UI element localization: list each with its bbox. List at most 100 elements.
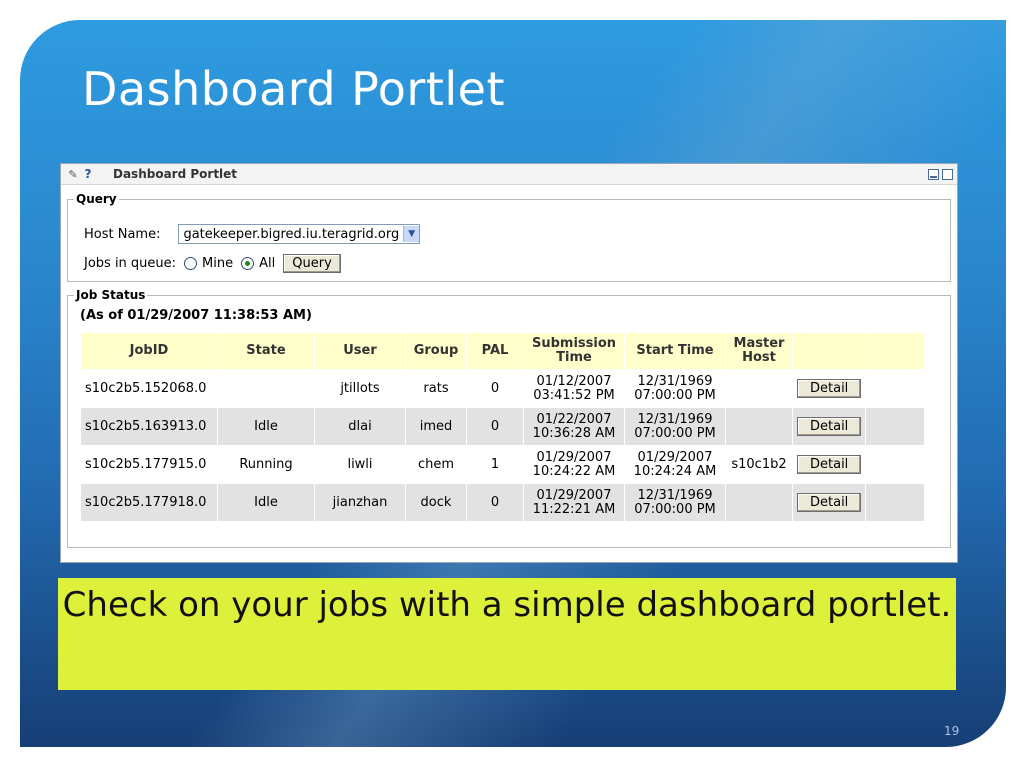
submission-date: 01/12/2007	[536, 373, 612, 389]
start-clock: 07:00:00 PM	[634, 387, 716, 403]
col-submission-line2: Time	[556, 350, 592, 365]
group-cell: chem	[405, 445, 467, 484]
group-cell: rats	[405, 369, 467, 408]
minimize-icon[interactable]	[928, 168, 939, 180]
as-of-timestamp: (As of 01/29/2007 11:38:53 AM)	[80, 308, 312, 323]
col-group: Group	[405, 332, 467, 370]
query-button[interactable]: Query	[283, 254, 341, 273]
master-host-cell	[725, 483, 793, 522]
submission-date: 01/29/2007	[536, 487, 612, 503]
table-header-row: JobID State User Group PAL Submission Tim…	[80, 332, 926, 370]
radio-all-label[interactable]: All	[259, 256, 275, 271]
user-cell: jianzhan	[314, 483, 406, 522]
start-date: 12/31/1969	[637, 487, 713, 503]
col-master-line2: Host	[742, 350, 776, 365]
host-name-label: Host Name:	[84, 226, 161, 242]
detail-button[interactable]: Detail	[797, 379, 862, 398]
detail-button[interactable]: Detail	[797, 493, 862, 512]
action-cell: Detail	[791, 445, 867, 484]
submission-clock: 11:22:21 AM	[532, 501, 616, 517]
pal-cell: 0	[466, 483, 524, 522]
chevron-down-icon[interactable]: ▼	[403, 226, 420, 242]
pencil-icon[interactable]: ✎	[65, 168, 81, 181]
col-submission-time: Submission Time	[523, 332, 625, 370]
col-pal: PAL	[466, 332, 524, 370]
submission-time-cell: 01/29/2007 10:24:22 AM	[523, 445, 625, 484]
master-host-cell: s10c1b2	[725, 445, 793, 484]
group-cell: imed	[405, 407, 467, 446]
start-clock: 07:00:00 PM	[634, 425, 716, 441]
submission-time-cell: 01/29/2007 11:22:21 AM	[523, 483, 625, 522]
start-date: 01/29/2007	[637, 449, 713, 465]
radio-mine-label[interactable]: Mine	[202, 256, 233, 271]
col-jobid: JobID	[80, 332, 218, 370]
extra-cell	[865, 407, 926, 446]
host-name-select[interactable]: gatekeeper.bigred.iu.teragrid.org ▼	[178, 224, 421, 244]
query-fieldset: Query Host Name: gatekeeper.bigred.iu.te…	[67, 192, 951, 282]
help-icon[interactable]: ?	[81, 167, 95, 181]
jobid-cell: s10c2b5.163913.0	[80, 407, 218, 446]
extra-cell	[865, 445, 926, 484]
master-host-cell	[725, 407, 793, 446]
jobs-in-queue-label: Jobs in queue:	[84, 256, 177, 271]
submission-date: 01/22/2007	[536, 411, 612, 427]
portlet-title: Dashboard Portlet	[113, 167, 238, 181]
col-start-time: Start Time	[624, 332, 726, 370]
jobid-cell: s10c2b5.177918.0	[80, 483, 218, 522]
start-date: 12/31/1969	[637, 373, 713, 389]
group-cell: dock	[405, 483, 467, 522]
jobid-cell: s10c2b5.177915.0	[80, 445, 218, 484]
table-row: s10c2b5.177918.0 Idle jianzhan dock 0 01…	[80, 483, 926, 522]
pal-cell: 0	[466, 369, 524, 408]
start-time-cell: 01/29/2007 10:24:24 AM	[624, 445, 726, 484]
col-user: User	[314, 332, 406, 370]
dashboard-portlet: ✎ ? Dashboard Portlet Query Host Name: g…	[60, 163, 958, 563]
radio-all[interactable]	[241, 257, 255, 270]
page-number: 19	[944, 724, 960, 738]
slide-title: Dashboard Portlet	[82, 62, 505, 116]
query-legend: Query	[76, 192, 117, 206]
host-row: Host Name: gatekeeper.bigred.iu.teragrid…	[84, 224, 421, 244]
detail-button[interactable]: Detail	[797, 455, 862, 474]
jobs-table: JobID State User Group PAL Submission Tim…	[80, 332, 926, 522]
submission-clock: 10:24:22 AM	[532, 463, 616, 479]
host-name-value: gatekeeper.bigred.iu.teragrid.org	[183, 226, 400, 242]
state-cell	[217, 369, 315, 408]
start-time-cell: 12/31/1969 07:00:00 PM	[624, 407, 726, 446]
user-cell: jtillots	[314, 369, 406, 408]
extra-cell	[865, 369, 926, 408]
pal-cell: 0	[466, 407, 524, 446]
submission-clock: 10:36:28 AM	[532, 425, 616, 441]
col-extra	[865, 332, 926, 370]
radio-mine[interactable]	[184, 257, 198, 270]
table-row: s10c2b5.177915.0 Running liwli chem 1 01…	[80, 445, 926, 484]
col-master-host: Master Host	[725, 332, 793, 370]
job-status-legend: Job Status	[76, 288, 146, 302]
jobid-cell: s10c2b5.152068.0	[80, 369, 218, 408]
col-action	[791, 332, 867, 370]
extra-cell	[865, 483, 926, 522]
col-master-line1: Master	[733, 336, 785, 351]
state-cell: Idle	[217, 407, 315, 446]
start-time-cell: 12/31/1969 07:00:00 PM	[624, 483, 726, 522]
slide-background: Dashboard Portlet ✎ ? Dashboard Portlet …	[20, 20, 1006, 747]
table-row: s10c2b5.163913.0 Idle dlai imed 0 01/22/…	[80, 407, 926, 446]
action-cell: Detail	[791, 483, 867, 522]
col-state: State	[217, 332, 315, 370]
submission-time-cell: 01/12/2007 03:41:52 PM	[523, 369, 625, 408]
state-cell: Idle	[217, 483, 315, 522]
jobs-in-queue-row: Jobs in queue: Mine All Query	[84, 254, 341, 273]
submission-time-cell: 01/22/2007 10:36:28 AM	[523, 407, 625, 446]
detail-button[interactable]: Detail	[797, 417, 862, 436]
portlet-header: ✎ ? Dashboard Portlet	[61, 164, 957, 185]
caption-box: Check on your jobs with a simple dashboa…	[58, 578, 956, 690]
maximize-icon[interactable]	[942, 168, 953, 180]
caption-text: Check on your jobs with a simple dashboa…	[62, 585, 952, 625]
action-cell: Detail	[791, 407, 867, 446]
user-cell: liwli	[314, 445, 406, 484]
master-host-cell	[725, 369, 793, 408]
col-submission-line1: Submission	[531, 336, 617, 351]
start-time-cell: 12/31/1969 07:00:00 PM	[624, 369, 726, 408]
submission-clock: 03:41:52 PM	[533, 387, 615, 403]
start-date: 12/31/1969	[637, 411, 713, 427]
